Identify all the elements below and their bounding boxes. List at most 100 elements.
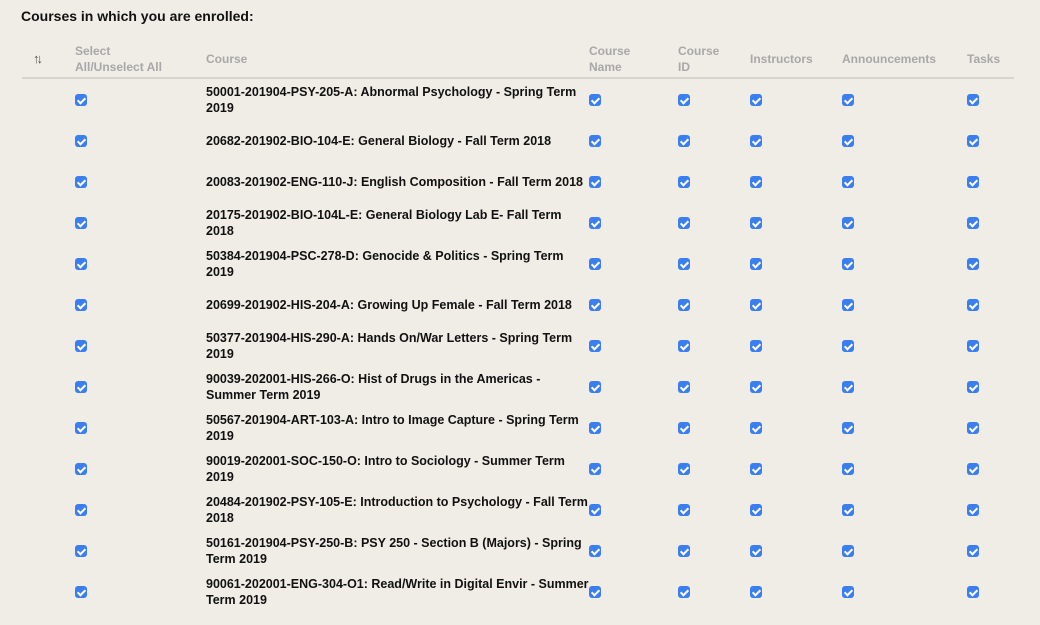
tasks-checkbox[interactable] — [967, 340, 979, 353]
course-id-checkbox[interactable] — [678, 586, 690, 599]
instructors-checkbox[interactable] — [750, 217, 762, 230]
tasks-checkbox[interactable] — [967, 463, 979, 476]
course-name-checkbox[interactable] — [589, 176, 601, 189]
course-name-checkbox[interactable] — [589, 586, 601, 599]
announcements-checkbox[interactable] — [842, 381, 854, 394]
table-header-row: ↑↓ Select All/Unselect All Course Course… — [22, 40, 1014, 79]
instructors-checkbox[interactable] — [750, 176, 762, 189]
select-checkbox[interactable] — [75, 217, 87, 230]
course-id-checkbox-cell — [678, 120, 750, 161]
instructors-checkbox-cell — [750, 489, 842, 530]
course-name-checkbox[interactable] — [589, 463, 601, 476]
instructors-checkbox[interactable] — [750, 135, 762, 148]
tasks-checkbox[interactable] — [967, 381, 979, 394]
tasks-checkbox-cell — [967, 161, 1014, 202]
sort-column-header[interactable]: ↑↓ — [22, 40, 75, 79]
tasks-checkbox[interactable] — [967, 422, 979, 435]
announcements-checkbox[interactable] — [842, 422, 854, 435]
tasks-checkbox-cell — [967, 243, 1014, 284]
select-checkbox[interactable] — [75, 586, 87, 599]
course-name-checkbox[interactable] — [589, 545, 601, 558]
course-id-checkbox[interactable] — [678, 381, 690, 394]
announcements-checkbox[interactable] — [842, 135, 854, 148]
tasks-checkbox[interactable] — [967, 299, 979, 312]
course-name-checkbox[interactable] — [589, 94, 601, 107]
tasks-checkbox[interactable] — [967, 176, 979, 189]
announcements-checkbox[interactable] — [842, 463, 854, 476]
tasks-checkbox[interactable] — [967, 94, 979, 107]
sort-cell — [22, 366, 75, 407]
course-title: 90061-202001-ENG-304-O1: Read/Write in D… — [206, 576, 589, 607]
instructors-checkbox[interactable] — [750, 299, 762, 312]
announcements-checkbox[interactable] — [842, 545, 854, 558]
select-checkbox[interactable] — [75, 422, 87, 435]
tasks-checkbox[interactable] — [967, 545, 979, 558]
course-id-checkbox[interactable] — [678, 340, 690, 353]
instructors-checkbox[interactable] — [750, 94, 762, 107]
select-checkbox[interactable] — [75, 299, 87, 312]
tasks-checkbox[interactable] — [967, 586, 979, 599]
instructors-checkbox[interactable] — [750, 545, 762, 558]
announcements-checkbox[interactable] — [842, 258, 854, 271]
select-checkbox[interactable] — [75, 135, 87, 148]
course-name-checkbox[interactable] — [589, 299, 601, 312]
instructors-checkbox[interactable] — [750, 422, 762, 435]
instructors-checkbox[interactable] — [750, 340, 762, 353]
announcements-checkbox[interactable] — [842, 217, 854, 230]
announcements-checkbox[interactable] — [842, 586, 854, 599]
announcements-checkbox[interactable] — [842, 94, 854, 107]
course-name-checkbox[interactable] — [589, 381, 601, 394]
course-name-checkbox[interactable] — [589, 340, 601, 353]
instructors-checkbox-cell — [750, 243, 842, 284]
instructors-checkbox[interactable] — [750, 258, 762, 271]
course-id-checkbox[interactable] — [678, 135, 690, 148]
tasks-checkbox[interactable] — [967, 135, 979, 148]
select-all-header[interactable]: Select All/Unselect All — [75, 40, 206, 79]
select-checkbox[interactable] — [75, 381, 87, 394]
select-checkbox-cell — [75, 284, 206, 325]
select-checkbox[interactable] — [75, 258, 87, 271]
select-checkbox[interactable] — [75, 545, 87, 558]
course-id-checkbox[interactable] — [678, 176, 690, 189]
course-id-checkbox[interactable] — [678, 545, 690, 558]
course-id-checkbox[interactable] — [678, 258, 690, 271]
announcements-checkbox[interactable] — [842, 176, 854, 189]
course-name-checkbox-cell — [589, 284, 678, 325]
course-name-checkbox[interactable] — [589, 135, 601, 148]
course-name-checkbox[interactable] — [589, 422, 601, 435]
select-checkbox[interactable] — [75, 176, 87, 189]
tasks-checkbox[interactable] — [967, 217, 979, 230]
course-id-checkbox[interactable] — [678, 504, 690, 517]
course-id-checkbox[interactable] — [678, 94, 690, 107]
course-title: 50161-201904-PSY-250-B: PSY 250 - Sectio… — [206, 535, 582, 566]
select-checkbox[interactable] — [75, 340, 87, 353]
course-settings-page: Courses in which you are enrolled: ↑↓ Se… — [0, 0, 1040, 625]
announcements-checkbox[interactable] — [842, 504, 854, 517]
announcements-checkbox[interactable] — [842, 299, 854, 312]
course-id-checkbox[interactable] — [678, 217, 690, 230]
instructors-checkbox[interactable] — [750, 504, 762, 517]
sort-arrows-icon[interactable]: ↑↓ — [33, 51, 43, 67]
table-row: 90061-202001-ENG-304-O1: Read/Write in D… — [22, 571, 1014, 612]
select-all-label-line2[interactable]: All/Unselect All — [75, 59, 206, 75]
instructors-checkbox[interactable] — [750, 586, 762, 599]
course-name-checkbox-cell — [589, 530, 678, 571]
course-id-checkbox[interactable] — [678, 299, 690, 312]
tasks-checkbox[interactable] — [967, 504, 979, 517]
instructors-checkbox[interactable] — [750, 463, 762, 476]
announcements-checkbox[interactable] — [842, 340, 854, 353]
course-title: 50001-201904-PSY-205-A: Abnormal Psychol… — [206, 84, 577, 115]
course-name-checkbox[interactable] — [589, 217, 601, 230]
instructors-checkbox[interactable] — [750, 381, 762, 394]
select-checkbox[interactable] — [75, 463, 87, 476]
course-id-checkbox[interactable] — [678, 463, 690, 476]
select-checkbox[interactable] — [75, 504, 87, 517]
course-name-checkbox[interactable] — [589, 504, 601, 517]
course-name-checkbox-cell — [589, 448, 678, 489]
tasks-checkbox[interactable] — [967, 258, 979, 271]
course-name-checkbox[interactable] — [589, 258, 601, 271]
course-title: 90019-202001-SOC-150-O: Intro to Sociolo… — [206, 453, 565, 484]
course-id-checkbox-cell — [678, 448, 750, 489]
select-checkbox[interactable] — [75, 94, 87, 107]
course-id-checkbox[interactable] — [678, 422, 690, 435]
